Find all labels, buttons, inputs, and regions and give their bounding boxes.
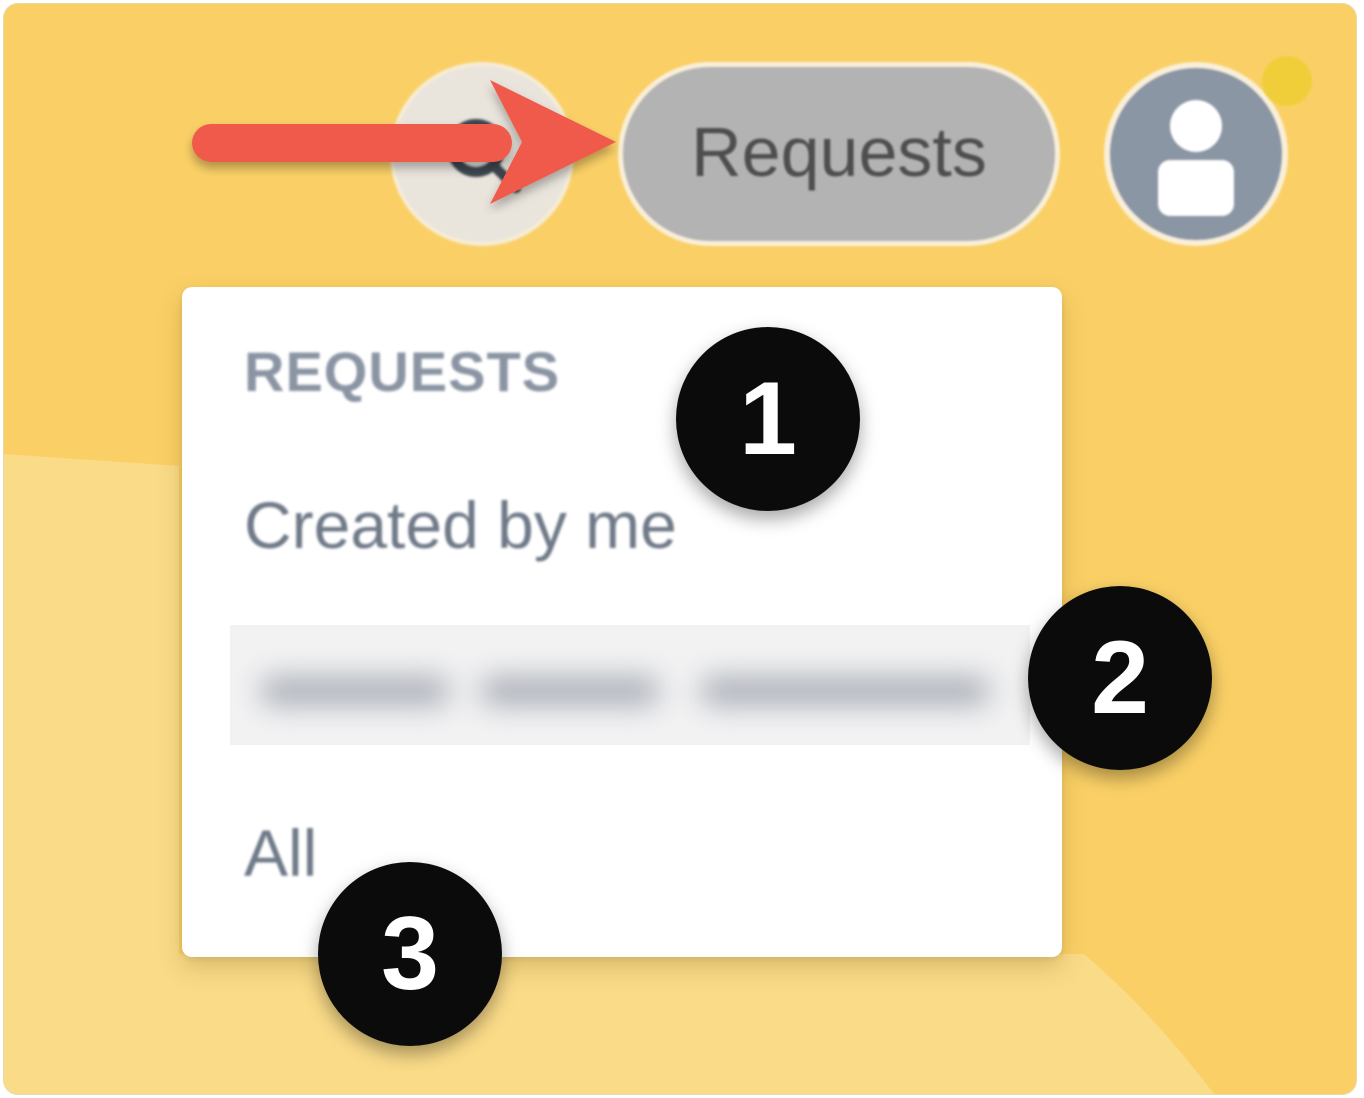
menu-item-redacted[interactable] [230,625,1030,745]
user-avatar-icon [1158,100,1234,216]
app-frame: Requests REQUESTS Created by me All 1 2 … [4,4,1356,1094]
redacted-text [260,677,450,705]
notification-dot [1262,56,1312,106]
requests-dropdown-menu: REQUESTS Created by me All [182,287,1062,957]
pointer-arrow-annotation [192,80,616,204]
menu-item-all[interactable]: All [244,815,317,891]
callout-number-2: 2 [1028,586,1212,770]
callout-number-1: 1 [676,327,860,511]
redacted-text [480,677,660,705]
redacted-text [700,677,990,705]
menu-section-header: REQUESTS [244,340,561,403]
callout-number-3: 3 [318,862,502,1046]
menu-item-created-by-me[interactable]: Created by me [244,487,677,563]
user-avatar-button[interactable] [1104,62,1288,246]
requests-button[interactable]: Requests [618,62,1060,246]
